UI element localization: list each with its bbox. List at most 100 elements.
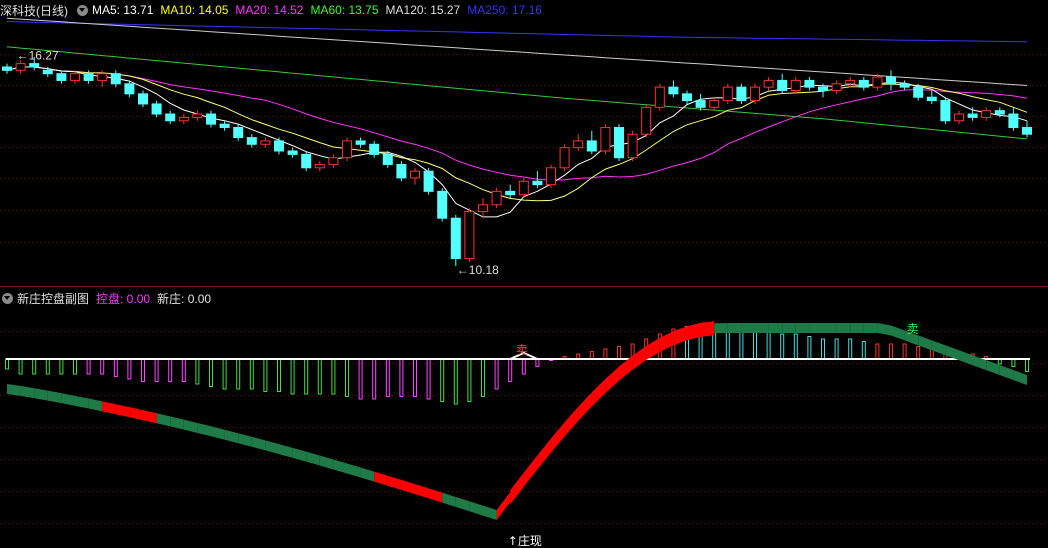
candle-body xyxy=(437,190,448,219)
candle xyxy=(654,83,665,111)
band-segment xyxy=(415,484,429,499)
candle-body xyxy=(994,110,1005,115)
xinzhuang-label: 新庄: 0.00 xyxy=(157,291,212,306)
band-segment xyxy=(428,488,443,503)
band-segment xyxy=(795,323,810,333)
candle-body xyxy=(654,86,665,108)
collapse-main-icon[interactable] xyxy=(77,4,88,16)
candle xyxy=(722,83,733,104)
candle-body xyxy=(369,143,380,155)
band-segment xyxy=(306,451,320,466)
candle xyxy=(926,90,937,104)
candle-body xyxy=(831,83,842,92)
band-segment xyxy=(143,410,157,424)
band-segment xyxy=(347,463,361,478)
candle-body xyxy=(981,110,992,118)
histogram-bar xyxy=(181,358,186,382)
candle-body xyxy=(627,133,638,159)
band-segment xyxy=(483,505,497,520)
sell-marker-1: 卖 xyxy=(516,343,528,357)
band-segment xyxy=(88,398,103,412)
band-segment xyxy=(523,455,538,487)
band-segment xyxy=(605,366,619,393)
candle xyxy=(804,77,815,91)
band-segment xyxy=(510,472,524,505)
band-segment xyxy=(809,323,823,333)
histogram-bar xyxy=(5,358,9,370)
candle-body xyxy=(97,73,108,81)
histogram-bar xyxy=(372,358,377,400)
candle xyxy=(328,154,339,168)
histogram-bar xyxy=(32,358,37,375)
band-segment xyxy=(578,392,592,421)
candle-body xyxy=(233,126,244,139)
candle xyxy=(940,97,951,125)
candle-body xyxy=(586,140,597,152)
candle xyxy=(219,120,230,131)
collapse-sub-icon[interactable] xyxy=(2,292,13,304)
histogram-bar xyxy=(793,333,798,360)
sub-panel-header: 新庄控盘副图 控盘: 0.00 新庄: 0.00 xyxy=(0,289,1048,307)
candle xyxy=(668,80,679,98)
histogram-bar xyxy=(154,358,159,382)
histogram-bar xyxy=(59,358,64,375)
histogram-bar xyxy=(875,343,880,360)
band-segment xyxy=(959,350,973,366)
band-segment xyxy=(986,360,1000,376)
candle xyxy=(518,177,529,199)
candle-body xyxy=(56,73,67,81)
candle-body xyxy=(722,86,733,102)
ma5-label: MA5: 13.71 xyxy=(92,3,154,17)
candle-body xyxy=(464,211,475,260)
candle-body xyxy=(573,140,584,149)
candle-body xyxy=(668,86,679,95)
histogram-bar xyxy=(916,346,921,360)
band-segment xyxy=(999,365,1014,381)
band-segment xyxy=(102,401,116,415)
band-segment xyxy=(537,438,551,470)
candle xyxy=(342,137,352,162)
panel-separator[interactable] xyxy=(0,286,1048,287)
candle-body xyxy=(260,140,271,145)
candle-body xyxy=(600,126,611,152)
candle-body xyxy=(695,100,706,108)
candle xyxy=(600,124,611,155)
candle xyxy=(287,147,298,158)
histogram-bar xyxy=(331,358,336,395)
histogram-bars xyxy=(5,326,1029,405)
candle xyxy=(165,110,176,125)
high-price-marker: ←16.27 xyxy=(17,48,59,62)
histogram-bar xyxy=(426,358,431,400)
candle xyxy=(274,137,284,155)
candle xyxy=(450,214,461,266)
candle xyxy=(559,144,570,172)
histogram-bar xyxy=(236,358,241,390)
candle-body xyxy=(314,163,325,169)
candle-body xyxy=(641,106,652,135)
stock-chart[interactable]: ←16.27 ←10.18 卖 ↑庄现 卖 xyxy=(0,0,1048,548)
candle-body xyxy=(328,157,339,165)
candle xyxy=(736,83,747,104)
candle-body xyxy=(750,86,760,102)
histogram-bar xyxy=(317,358,322,395)
band-segment xyxy=(673,326,687,346)
band-segment xyxy=(646,337,660,361)
histogram-bar xyxy=(467,358,472,402)
band-segment xyxy=(292,447,307,462)
candle xyxy=(178,114,189,125)
band-segment xyxy=(115,404,130,418)
ma60-line xyxy=(6,46,1028,140)
histogram-bar xyxy=(413,358,417,397)
candle xyxy=(314,161,325,172)
candle xyxy=(573,134,584,151)
candle-body xyxy=(954,113,964,122)
candle-body xyxy=(491,190,502,206)
candle-body xyxy=(2,66,12,71)
candle-body xyxy=(70,73,80,81)
candle-body xyxy=(165,113,176,122)
band-segment xyxy=(279,444,293,458)
histogram-bar xyxy=(807,336,812,360)
main-panel-header: 深科技(日线) MA5: 13.71 MA10: 14.05 MA20: 14.… xyxy=(0,1,1048,19)
band-segment xyxy=(1013,370,1027,385)
candle-body xyxy=(913,86,924,98)
